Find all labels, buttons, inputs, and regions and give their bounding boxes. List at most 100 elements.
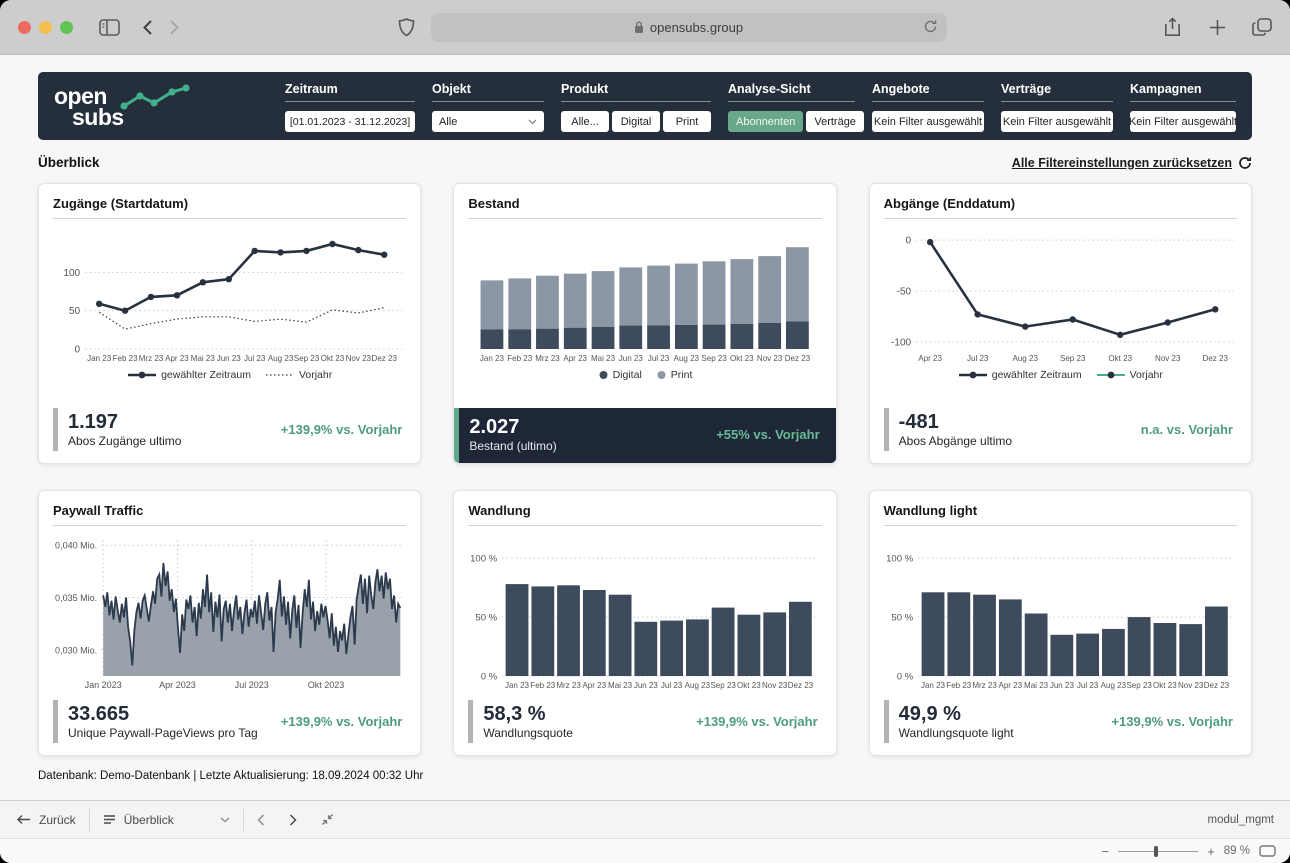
chevron-right-icon xyxy=(289,814,297,826)
kpi-card-wandlung-light: Wandlung light 0 %50 %100 %Jan 23Feb 23M… xyxy=(869,490,1252,756)
svg-text:Mai 23: Mai 23 xyxy=(608,681,633,690)
chevron-left-icon xyxy=(257,814,265,826)
chart: 0,040 Mio.0,035 Mio.0,030 Mio.Jan 2023Ap… xyxy=(53,532,406,692)
sidebar-icon[interactable] xyxy=(99,19,120,36)
kpi-footer: 58,3 % Wandlungsquote +139,9% vs. Vorjah… xyxy=(468,700,821,743)
svg-text:Dez 23: Dez 23 xyxy=(788,681,814,690)
forward-button[interactable] xyxy=(169,19,180,36)
svg-text:Jun 23: Jun 23 xyxy=(1049,681,1074,690)
svg-text:Nov 23: Nov 23 xyxy=(1178,681,1204,690)
svg-text:Apr 23: Apr 23 xyxy=(564,354,588,363)
svg-text:Jan 23: Jan 23 xyxy=(87,354,112,363)
reset-filters-link[interactable]: Alle Filtereinstellungen zurücksetzen xyxy=(1012,156,1252,170)
legend-item: Print xyxy=(656,369,693,381)
produkt-alle-button[interactable]: Alle... xyxy=(561,111,609,132)
svg-text:Sep 23: Sep 23 xyxy=(711,681,737,690)
collapse-icon[interactable] xyxy=(321,813,334,826)
kampagnen-filter-button[interactable]: Kein Filter ausgewählt xyxy=(1130,111,1236,132)
back-nav-label: Zurück xyxy=(39,813,76,827)
zoom-in-button[interactable]: + xyxy=(1207,844,1215,859)
svg-text:Sep 23: Sep 23 xyxy=(1126,681,1152,690)
kpi-value: 1.197 xyxy=(68,411,181,434)
legend-item: Vorjahr xyxy=(265,369,332,381)
svg-text:Dez 23: Dez 23 xyxy=(785,354,811,363)
zeitraum-input[interactable] xyxy=(285,111,415,132)
zoom-slider[interactable] xyxy=(1118,851,1198,852)
analyse-abonnenten-button[interactable]: Abonnenten xyxy=(728,111,803,132)
svg-text:Jan 23: Jan 23 xyxy=(921,681,946,690)
filter-vertraege: Verträge Kein Filter ausgewählt xyxy=(1001,82,1113,132)
address-bar[interactable]: opensubs.group xyxy=(431,13,947,42)
zoom-window-button[interactable] xyxy=(60,21,73,34)
svg-text:Okt 23: Okt 23 xyxy=(321,354,345,363)
svg-text:Aug 23: Aug 23 xyxy=(1100,681,1126,690)
tab-overview-icon[interactable] xyxy=(1252,18,1272,36)
zoom-slider-handle[interactable] xyxy=(1154,846,1158,857)
kpi-card-bestand: Bestand Jan 23Feb 23Mrz 23Apr 23Mai 23Ju… xyxy=(453,183,836,464)
svg-text:Nov 23: Nov 23 xyxy=(757,354,783,363)
svg-text:Okt 23: Okt 23 xyxy=(1108,354,1132,363)
minimize-window-button[interactable] xyxy=(39,21,52,34)
svg-text:Dez 23: Dez 23 xyxy=(372,354,398,363)
view-selector[interactable]: Überblick xyxy=(103,813,230,827)
svg-text:50: 50 xyxy=(69,306,81,317)
opensubs-logo: open subs xyxy=(54,82,204,128)
chart-legend: gewählter Zeitraum Vorjahr xyxy=(884,365,1237,385)
kpi-card-zug-nge-startdatum-: Zugänge (Startdatum) 050100Jan 23Feb 23M… xyxy=(38,183,421,464)
zoom-out-button[interactable]: − xyxy=(1102,844,1110,859)
svg-text:Apr 23: Apr 23 xyxy=(165,354,189,363)
refresh-icon xyxy=(1238,156,1252,170)
kpi-label: Abos Abgänge ultimo xyxy=(899,434,1012,448)
legend-item: gewählter Zeitraum xyxy=(958,369,1082,381)
legend-item: Vorjahr xyxy=(1096,369,1163,381)
svg-text:Dez 23: Dez 23 xyxy=(1202,354,1228,363)
svg-text:Okt 23: Okt 23 xyxy=(730,354,754,363)
svg-text:Feb 23: Feb 23 xyxy=(946,681,972,690)
filter-kampagnen: Kampagnen Kein Filter ausgewählt xyxy=(1130,82,1236,132)
svg-text:Aug 23: Aug 23 xyxy=(685,681,711,690)
chart: 0-50-100Apr 23Jul 23Aug 23Sep 23Okt 23No… xyxy=(884,225,1237,365)
objekt-select[interactable]: Alle xyxy=(432,111,544,132)
card-title: Wandlung light xyxy=(884,503,1237,526)
kpi-delta: +139,9% vs. Vorjahr xyxy=(281,422,403,437)
angebote-filter-button[interactable]: Kein Filter ausgewählt xyxy=(872,111,984,132)
share-icon[interactable] xyxy=(1164,17,1181,37)
kpi-value: 49,9 % xyxy=(899,703,1014,726)
svg-text:0,040 Mio.: 0,040 Mio. xyxy=(55,541,97,551)
svg-text:0 %: 0 % xyxy=(481,672,498,683)
list-icon xyxy=(103,814,116,825)
kpi-label: Wandlungsquote xyxy=(483,726,573,740)
privacy-shield-icon[interactable] xyxy=(398,18,415,37)
filter-angebote: Angebote Kein Filter ausgewählt xyxy=(872,82,984,132)
svg-text:Jul 23: Jul 23 xyxy=(244,354,266,363)
svg-text:50 %: 50 % xyxy=(891,613,913,624)
back-button[interactable] xyxy=(142,19,153,36)
reload-icon[interactable] xyxy=(923,19,938,37)
prev-page-button[interactable] xyxy=(257,814,265,826)
filter-produkt: Produkt Alle... Digital Print xyxy=(561,82,711,132)
filter-label: Produkt xyxy=(561,82,711,102)
svg-text:Mrz 23: Mrz 23 xyxy=(557,681,582,690)
svg-text:Mrz 23: Mrz 23 xyxy=(536,354,561,363)
next-page-button[interactable] xyxy=(289,814,297,826)
produkt-digital-button[interactable]: Digital xyxy=(612,111,660,132)
svg-text:Nov 23: Nov 23 xyxy=(762,681,788,690)
svg-text:0 %: 0 % xyxy=(896,672,913,683)
kpi-delta: +139,9% vs. Vorjahr xyxy=(281,714,403,729)
back-nav-button[interactable]: Zurück xyxy=(16,813,76,827)
kpi-card-abg-nge-enddatum-: Abgänge (Enddatum) 0-50-100Apr 23Jul 23A… xyxy=(869,183,1252,464)
card-title: Bestand xyxy=(468,196,821,219)
presentation-mode-icon[interactable] xyxy=(1259,845,1276,857)
card-title: Abgänge (Enddatum) xyxy=(884,196,1237,219)
close-window-button[interactable] xyxy=(18,21,31,34)
produkt-print-button[interactable]: Print xyxy=(663,111,711,132)
address-url: opensubs.group xyxy=(650,20,743,35)
chart-legend: DigitalPrint xyxy=(468,365,821,385)
kpi-card-wandlung: Wandlung 0 %50 %100 %Jan 23Feb 23Mrz 23A… xyxy=(453,490,836,756)
vertraege-filter-button[interactable]: Kein Filter ausgewählt xyxy=(1001,111,1113,132)
analyse-vertraege-button[interactable]: Verträge xyxy=(806,111,864,132)
kpi-delta: n.a. vs. Vorjahr xyxy=(1141,422,1233,437)
new-tab-icon[interactable] xyxy=(1209,19,1226,36)
kpi-delta: +55% vs. Vorjahr xyxy=(716,427,819,442)
kpi-label: Unique Paywall-PageViews pro Tag xyxy=(68,726,258,740)
